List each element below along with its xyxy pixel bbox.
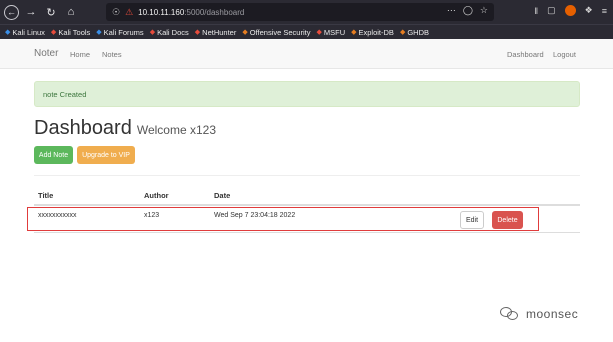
url-path: :5000/dashboard: [184, 7, 245, 17]
forward-arrow-icon[interactable]: →: [23, 4, 39, 20]
bookmark-favicon-icon: ◆: [242, 29, 248, 36]
bookmark-item[interactable]: ◆ Kali Forums: [96, 28, 143, 37]
column-header-title: Title: [38, 191, 54, 200]
bookmark-label: MSFU: [323, 27, 346, 37]
back-arrow-icon[interactable]: ←: [4, 4, 19, 20]
wechat-logo-icon: [500, 307, 520, 321]
edit-button[interactable]: Edit: [460, 211, 484, 229]
bookmark-item[interactable]: ◆ Offensive Security: [242, 28, 310, 37]
success-alert: note Created: [34, 81, 580, 107]
bookmark-label: Kali Forums: [103, 27, 144, 37]
column-header-author: Author: [144, 191, 169, 200]
bookmark-label: Offensive Security: [249, 27, 311, 37]
bookmark-star-icon[interactable]: ☆: [480, 5, 488, 16]
bookmark-item[interactable]: ◆ MSFU: [316, 28, 345, 37]
section-divider: [34, 175, 580, 176]
cell-date: Wed Sep 7 23:04:18 2022: [214, 212, 296, 219]
bookmark-favicon-icon: ◆: [351, 29, 357, 36]
bookmark-item[interactable]: ◆ Kali Docs: [150, 28, 189, 37]
reload-icon[interactable]: ↻: [43, 4, 59, 20]
bookmark-item[interactable]: ◆ Kali Tools: [51, 28, 90, 37]
bookmark-label: Kali Tools: [58, 27, 91, 37]
url-bar[interactable]: ☉ ⚠ 10.10.11.160 :5000/dashboard ⋯ ◯ ☆: [106, 3, 494, 21]
bookmark-label: Kali Docs: [157, 27, 189, 37]
page-title: Dashboard: [34, 117, 132, 139]
watermark-text: moonsec: [526, 307, 579, 321]
extension-icon[interactable]: ❖: [585, 5, 593, 16]
bookmark-favicon-icon: ◆: [399, 29, 406, 36]
bookmark-favicon-icon: ◆: [149, 29, 156, 36]
url-host: 10.10.11.160: [138, 7, 185, 17]
menu-icon[interactable]: ≡: [602, 6, 607, 16]
site-navbar: Noter Home Notes Dashboard Logout: [0, 39, 613, 69]
insecure-lock-icon[interactable]: ⚠: [125, 7, 133, 18]
bookmark-favicon-icon: ◆: [316, 29, 322, 36]
nav-link-home[interactable]: Home: [70, 50, 90, 59]
bookmark-favicon-icon: ◆: [194, 29, 201, 36]
pocket-icon[interactable]: ◯: [463, 5, 473, 16]
sidebar-icon[interactable]: ▢: [547, 5, 556, 16]
nav-link-notes[interactable]: Notes: [102, 50, 122, 59]
browser-toolbar: ← → ↻ ⌂ ☉ ⚠ 10.10.11.160 :5000/dashboard…: [0, 0, 613, 24]
page-heading: Dashboard Welcome x123: [34, 117, 216, 140]
add-note-button[interactable]: Add Note: [34, 146, 73, 164]
row-divider: [34, 232, 580, 233]
column-header-date: Date: [214, 191, 231, 200]
delete-button[interactable]: Delete: [492, 211, 523, 229]
nav-link-logout[interactable]: Logout: [553, 50, 576, 59]
bookmark-favicon-icon: ◆: [50, 29, 57, 36]
bookmark-item[interactable]: ◆ Kali Linux: [5, 28, 45, 37]
nav-link-dashboard[interactable]: Dashboard: [507, 50, 544, 59]
firefox-account-icon[interactable]: [564, 5, 576, 16]
bookmark-label: NetHunter: [202, 27, 237, 37]
library-icon[interactable]: ‖: [534, 6, 538, 16]
bookmark-favicon-icon: ◆: [96, 29, 102, 36]
bookmark-label: GHDB: [407, 27, 429, 37]
shield-icon: ☉: [112, 6, 121, 17]
upgrade-vip-button[interactable]: Upgrade to VIP: [77, 146, 135, 164]
bookmark-label: Kali Linux: [12, 27, 45, 37]
watermark: moonsec: [500, 307, 578, 321]
bookmarks-bar: ◆ Kali Linux ◆ Kali Tools ◆ Kali Forums ◆ Kali …: [0, 24, 613, 39]
welcome-text: Welcome x123: [136, 123, 216, 137]
bookmark-favicon-icon: ◆: [5, 29, 11, 36]
table-header: Title Author Date: [34, 186, 580, 206]
bookmark-label: Exploit-DB: [358, 27, 394, 37]
home-icon[interactable]: ⌂: [63, 4, 79, 20]
page-actions-icon[interactable]: ⋯: [447, 5, 456, 16]
cell-author: x123: [144, 212, 160, 219]
cell-title[interactable]: xxxxxxxxxxx: [38, 212, 77, 219]
site-brand[interactable]: Noter: [34, 48, 58, 59]
alert-text: note Created: [43, 90, 87, 99]
bookmark-item[interactable]: ◆ GHDB: [400, 28, 429, 37]
bookmark-item[interactable]: ◆ NetHunter: [195, 28, 237, 37]
bookmark-item[interactable]: ◆ Exploit-DB: [351, 28, 394, 37]
